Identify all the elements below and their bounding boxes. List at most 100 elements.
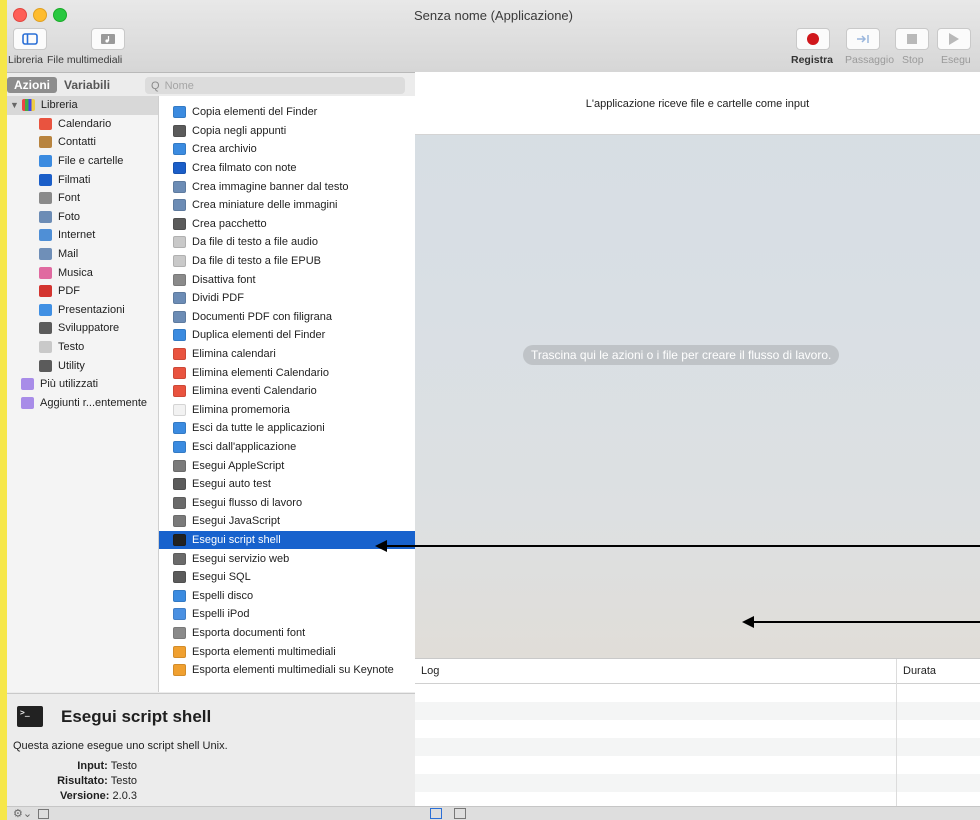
record-label: Registra xyxy=(791,54,834,66)
finder-icon xyxy=(173,329,186,342)
sidebar-item-keynote[interactable]: Presentazioni xyxy=(7,301,158,320)
action-list-item[interactable]: Esci da tutte le applicazioni xyxy=(159,419,415,438)
calendar-icon xyxy=(173,348,186,361)
action-list-item[interactable]: Copia negli appunti xyxy=(159,122,415,141)
action-list-item[interactable]: Esegui servizio web xyxy=(159,549,415,568)
record-button[interactable] xyxy=(796,28,830,50)
sidebar-item-label: Font xyxy=(58,192,81,205)
tab-variables[interactable]: Variabili xyxy=(57,77,117,93)
action-list-item[interactable]: Esegui flusso di lavoro xyxy=(159,493,415,512)
actions-list: Copia elementi del Finder Copia negli app… xyxy=(159,96,416,692)
action-list-item[interactable]: Espelli iPod xyxy=(159,605,415,624)
finder-icon xyxy=(173,589,186,602)
script-icon xyxy=(173,515,186,528)
description-text: Questa azione esegue uno script shell Un… xyxy=(13,740,228,752)
sidebar-item-photo[interactable]: Foto xyxy=(7,208,158,227)
workflow-area[interactable]: L'applicazione riceve file e cartelle co… xyxy=(415,72,980,658)
action-label: Copia elementi del Finder xyxy=(192,106,318,119)
action-list-item[interactable]: Esporta documenti font xyxy=(159,624,415,643)
action-list-item[interactable]: Elimina eventi Calendario xyxy=(159,382,415,401)
action-list-item[interactable]: Crea pacchetto xyxy=(159,215,415,234)
action-list-item[interactable]: Elimina calendari xyxy=(159,345,415,364)
gear-icon[interactable]: ⚙︎⌄ xyxy=(13,807,32,820)
record-icon xyxy=(807,33,819,45)
sidebar-item-label: Musica xyxy=(58,266,93,279)
disclosure-triangle-icon[interactable]: ▼ xyxy=(10,100,19,110)
library-sidebar: ▼ Libreria Calendario Contatti File e cart… xyxy=(7,96,159,692)
list-view-icon[interactable] xyxy=(430,808,442,819)
action-label: Esci da tutte le applicazioni xyxy=(192,422,325,435)
action-list-item[interactable]: Documenti PDF con filigrana xyxy=(159,308,415,327)
sidebar-item-utility[interactable]: Utility xyxy=(7,356,158,375)
sidebar-item-label: Utility xyxy=(58,359,85,372)
action-list-item[interactable]: Esci dall'applicazione xyxy=(159,438,415,457)
action-list-item[interactable]: Esegui JavaScript xyxy=(159,512,415,531)
action-list-item[interactable]: Esegui AppleScript xyxy=(159,456,415,475)
sidebar-item-smart-group[interactable]: Aggiunti r...entemente xyxy=(7,394,158,413)
run-icon xyxy=(949,33,959,45)
photo-icon xyxy=(173,310,186,323)
flow-view-icon[interactable] xyxy=(454,808,466,819)
stop-button[interactable] xyxy=(895,28,929,50)
action-list-item[interactable]: Da file di testo a file EPUB xyxy=(159,252,415,271)
sidebar-item-font[interactable]: Font xyxy=(7,189,158,208)
sidebar-item-label: Contatti xyxy=(58,136,96,149)
utility-icon xyxy=(39,359,52,372)
action-label: Crea filmato con note xyxy=(192,162,297,175)
action-list-item[interactable]: Disattiva font xyxy=(159,270,415,289)
action-label: Elimina elementi Calendario xyxy=(192,366,329,379)
sidebar-item-quicktime[interactable]: Filmati xyxy=(7,170,158,189)
description-title: Esegui script shell xyxy=(61,706,212,726)
stop-icon xyxy=(907,34,917,44)
sidebar-item-smart-group[interactable]: Più utilizzati xyxy=(7,375,158,394)
log-column-header[interactable]: Log xyxy=(421,665,439,677)
description-toggle-icon[interactable] xyxy=(38,809,49,819)
sidebar-item-finder[interactable]: File e cartelle xyxy=(7,152,158,171)
action-list-item[interactable]: Duplica elementi del Finder xyxy=(159,326,415,345)
sidebar-item-calendar[interactable]: Calendario xyxy=(7,115,158,134)
action-list-item[interactable]: Crea miniature delle immagini xyxy=(159,196,415,215)
finder-icon xyxy=(173,106,186,119)
action-list-item[interactable]: Elimina elementi Calendario xyxy=(159,363,415,382)
action-list-item[interactable]: Esporta elementi multimediali su Keynote xyxy=(159,661,415,680)
description-version: Versione: 2.0.3 xyxy=(59,790,137,802)
workflow-drop-hint: Trascina qui le azioni o i file per crea… xyxy=(523,345,840,365)
search-field[interactable]: Q Nome xyxy=(145,77,405,94)
tab-actions[interactable]: Azioni xyxy=(7,77,57,93)
run-button[interactable] xyxy=(937,28,971,50)
action-list-item[interactable]: Crea filmato con note xyxy=(159,159,415,178)
action-list-item[interactable]: Elimina promemoria xyxy=(159,401,415,420)
photos-icon xyxy=(173,645,186,658)
step-button[interactable] xyxy=(846,28,880,50)
sidebar-item-music[interactable]: Musica xyxy=(7,263,158,282)
sidebar-item-text[interactable]: Testo xyxy=(7,338,158,357)
library-toggle-button[interactable] xyxy=(13,28,47,50)
action-list-item[interactable]: Esporta elementi multimediali xyxy=(159,642,415,661)
action-list-item[interactable]: Espelli disco xyxy=(159,586,415,605)
run-label: Esegu xyxy=(941,54,971,66)
action-list-item[interactable]: Da file di testo a file audio xyxy=(159,233,415,252)
media-button[interactable] xyxy=(91,28,125,50)
sidebar-item-internet[interactable]: Internet xyxy=(7,226,158,245)
action-list-item[interactable]: Copia elementi del Finder xyxy=(159,103,415,122)
sidebar-item-label: Più utilizzati xyxy=(40,378,99,391)
media-label: File multimediali xyxy=(47,54,123,66)
quicktime-icon xyxy=(39,173,52,186)
developer-icon xyxy=(173,478,186,491)
action-label: Esegui flusso di lavoro xyxy=(192,496,303,509)
step-icon xyxy=(857,35,869,43)
action-list-item[interactable]: Crea immagine banner dal testo xyxy=(159,177,415,196)
duration-column-header[interactable]: Durata xyxy=(903,665,936,677)
sidebar-item-developer[interactable]: Sviluppatore xyxy=(7,319,158,338)
action-list-item[interactable]: Crea archivio xyxy=(159,140,415,159)
action-list-item[interactable]: Esegui auto test xyxy=(159,475,415,494)
action-label: Crea immagine banner dal testo xyxy=(192,180,349,193)
sidebar-item-pdf[interactable]: PDF xyxy=(7,282,158,301)
action-list-item[interactable]: Esegui SQL xyxy=(159,568,415,587)
sidebar-item-label: Foto xyxy=(58,210,81,223)
photos-icon xyxy=(173,664,186,677)
sidebar-item-mail[interactable]: Mail xyxy=(7,245,158,264)
action-list-item[interactable]: Dividi PDF xyxy=(159,289,415,308)
sidebar-item-contacts[interactable]: Contatti xyxy=(7,133,158,152)
sidebar-item-library[interactable]: ▼ Libreria xyxy=(7,96,158,115)
